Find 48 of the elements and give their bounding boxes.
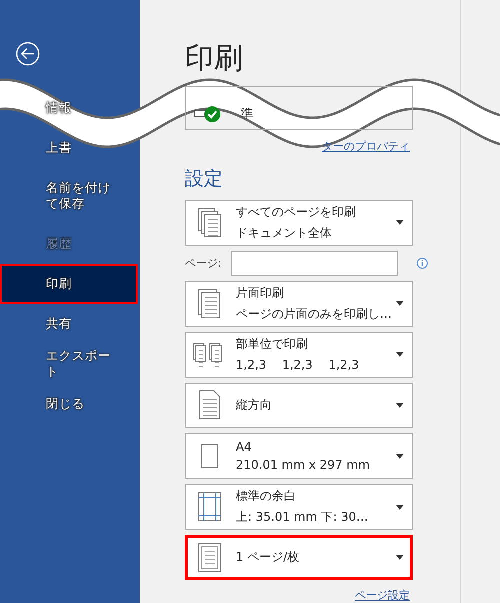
printer-dropdown[interactable]: 準: [185, 86, 413, 130]
portrait-page-icon: [199, 390, 221, 420]
pages-input-field[interactable]: [231, 250, 398, 276]
setting-dropdown[interactable]: すべてのページを印刷 ドキュメント全体: [185, 200, 413, 246]
printer-status: 準: [241, 106, 254, 124]
setting-subtitle: ドキュメント全体: [236, 224, 333, 242]
sidebar-item[interactable]: 情報: [0, 88, 138, 128]
setting-dropdown[interactable]: 部単位で印刷 1,2,3 1,2,3 1,2,3: [185, 332, 413, 378]
setting-title: 縦方向: [236, 396, 273, 414]
pages-icon: [198, 208, 222, 238]
sidebar-item[interactable]: エクスポート: [0, 344, 138, 384]
sidebar-item[interactable]: 名前を付けて保存: [0, 168, 138, 224]
settings-heading: 設定: [185, 167, 224, 192]
setting-dropdown[interactable]: 1 ページ/枚: [185, 535, 413, 580]
info-icon: [417, 258, 428, 269]
setting-dropdown[interactable]: 標準の余白 上: 35.01 mm 下: 30…: [185, 484, 413, 530]
page-setup-link[interactable]: ページ設定: [355, 588, 410, 603]
setting-dropdown[interactable]: A4 210.01 mm x 297 mm: [185, 433, 413, 480]
setting-dropdown[interactable]: 縦方向: [185, 382, 413, 428]
caret-icon: [396, 555, 404, 560]
back-icon[interactable]: [16, 42, 40, 66]
sidebar-item[interactable]: 共有: [0, 304, 138, 344]
setting-title: A4: [236, 440, 253, 454]
setting-dropdown[interactable]: 片面印刷 ページの片面のみを印刷し…: [185, 280, 413, 327]
caret-icon: [396, 220, 404, 226]
setting-subtitle: 1,2,3 1,2,3 1,2,3: [236, 356, 360, 374]
paper-icon: [201, 444, 219, 469]
caret-icon: [396, 352, 404, 358]
pages-label: ページ:: [185, 256, 223, 271]
setting-title: すべてのページを印刷: [236, 204, 357, 221]
setting-title: 1 ページ/枚: [236, 549, 300, 566]
setting-title: 片面印刷: [236, 284, 285, 302]
setting-title: 標準の余白: [236, 488, 297, 506]
sidebar-item[interactable]: 閉じる: [0, 384, 138, 424]
caret-icon: [396, 454, 404, 459]
caret-icon: [396, 504, 404, 510]
page-icon: [198, 288, 222, 319]
setting-subtitle: ページの片面のみを印刷し…: [236, 306, 393, 323]
setting-subtitle: 上: 35.01 mm 下: 30…: [236, 509, 370, 526]
caret-icon: [396, 402, 404, 408]
setting-title: 部単位で印刷: [236, 336, 309, 353]
margins-icon: [198, 492, 222, 522]
page-title: 印刷: [185, 40, 244, 76]
sidebar-item[interactable]: 印刷: [0, 264, 138, 304]
page-icon: [198, 542, 222, 572]
caret-icon: [396, 301, 404, 306]
sidebar-item[interactable]: 上書: [0, 128, 138, 168]
setting-subtitle: 210.01 mm x 297 mm: [236, 458, 372, 472]
